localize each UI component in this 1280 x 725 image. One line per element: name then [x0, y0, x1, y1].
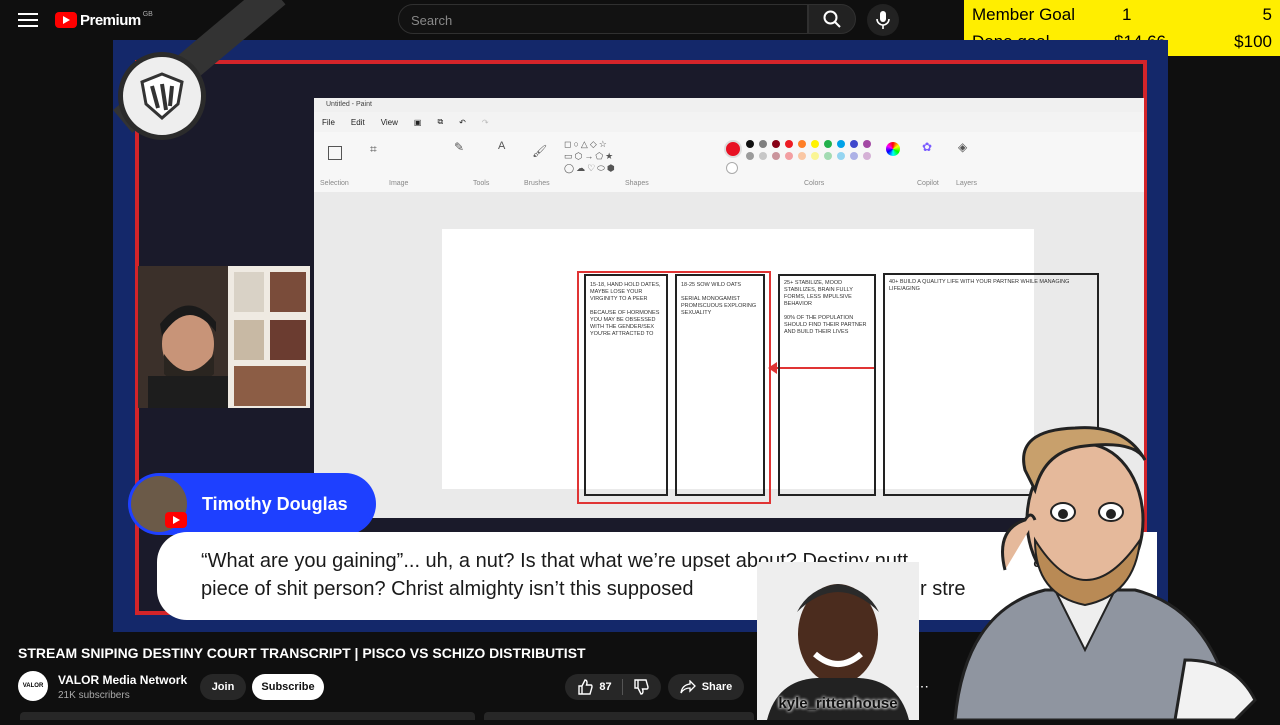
youtube-play-icon	[165, 512, 187, 528]
thumbs-down-icon	[633, 679, 649, 695]
paint-menu-edit[interactable]: Edit	[351, 118, 365, 127]
brush-icon[interactable]: 🖌	[532, 144, 547, 158]
palette-swatch-light[interactable]	[837, 152, 845, 160]
ribbon-label-tools: Tools	[473, 180, 490, 187]
palette-swatch-light[interactable]	[824, 152, 832, 160]
paint-menu-bar: File Edit View ▣ ⧉ ↶ ↷	[314, 112, 1144, 132]
share-icon[interactable]: ⧉	[437, 117, 443, 127]
palette-swatch-light[interactable]	[785, 152, 793, 160]
palette-swatch[interactable]	[824, 140, 832, 148]
streamer-webcam	[138, 266, 310, 408]
channel-avatar[interactable]: VALOR	[18, 671, 48, 701]
color-2-swatch[interactable]	[726, 162, 738, 174]
member-goal-target: 5	[1262, 5, 1272, 24]
palette-swatch[interactable]	[863, 140, 871, 148]
palette-swatch-light[interactable]	[863, 152, 871, 160]
ribbon-label-copilot: Copilot	[917, 180, 939, 187]
palette-swatch-light[interactable]	[811, 152, 819, 160]
subscribe-button[interactable]: Subscribe	[252, 674, 324, 700]
search-input[interactable]	[399, 5, 793, 35]
color-1-swatch[interactable]	[724, 140, 742, 158]
like-button[interactable]: 87	[577, 679, 623, 695]
logo-text: Premium	[80, 11, 141, 29]
region-code: GB	[142, 10, 153, 18]
shapes-gallery[interactable]: ◻○△◇☆ ▭⬡→⬠★ ◯☁♡⬭⬢	[564, 138, 650, 174]
subscriber-count: 21K subscribers	[58, 690, 130, 701]
paint-menu-view[interactable]: View	[381, 118, 398, 127]
hamburger-menu-icon[interactable]	[18, 10, 38, 30]
ribbon-label-shapes: Shapes	[625, 180, 649, 187]
color-palette[interactable]	[746, 140, 876, 176]
share-label: Share	[701, 681, 733, 693]
thumbs-up-icon	[578, 679, 594, 695]
age-box-25-plus: 25+ STABILIZE, MOOD STABILIZES, BRAIN FU…	[778, 274, 876, 496]
paint-title-bar: Untitled - Paint	[314, 98, 1144, 112]
share-button[interactable]: Share	[668, 674, 744, 700]
caption-line-2-text: piece of shit person? Christ almighty is…	[201, 578, 694, 600]
palette-swatch-light[interactable]	[850, 152, 858, 160]
more-actions-icon[interactable]: ⋯	[915, 678, 929, 695]
webcam-scene	[138, 266, 310, 408]
palette-swatch-light[interactable]	[746, 152, 754, 160]
palette-swatch-light[interactable]	[798, 152, 806, 160]
edit-colors-icon[interactable]	[886, 142, 900, 156]
save-icon[interactable]: ▣	[414, 118, 422, 127]
like-dislike-group: 87	[565, 674, 661, 700]
pencil-icon[interactable]: ✎	[454, 140, 464, 154]
age-box-18-25: 18-25 SOW WILD OATS SERIAL MONOGAMIST PR…	[675, 274, 765, 496]
layers-icon[interactable]: ◈	[958, 140, 967, 154]
member-goal-row: Member Goal 1 5	[964, 1, 1280, 29]
palette-swatch-light[interactable]	[772, 152, 780, 160]
palette-swatch[interactable]	[798, 140, 806, 148]
like-count: 87	[599, 681, 612, 693]
text-icon[interactable]: A	[498, 140, 505, 152]
member-goal-label: Member Goal	[972, 5, 1075, 24]
search-button[interactable]	[808, 4, 856, 34]
guest-name-label: kyle_rittenhouse	[778, 695, 898, 712]
video-title: STREAM SNIPING DESTINY COURT TRANSCRIPT …	[18, 645, 586, 661]
member-goal-current: 1	[1122, 5, 1132, 24]
palette-swatch[interactable]	[746, 140, 754, 148]
undo-icon[interactable]: ↶	[459, 118, 466, 127]
ribbon-label-layers: Layers	[956, 180, 978, 187]
dislike-button[interactable]	[623, 679, 649, 695]
ribbon-label-selection: Selection	[320, 180, 349, 187]
search-box[interactable]	[398, 4, 808, 35]
share-icon	[680, 680, 696, 694]
shield-icon	[140, 72, 184, 120]
redo-icon[interactable]: ↷	[482, 118, 489, 127]
age-box-15-18: 15-18, HAND HOLD DATES, MAYBE LOSE YOUR …	[584, 274, 668, 496]
valor-shield-logo	[118, 52, 206, 140]
ribbon-label-brushes: Brushes	[524, 180, 550, 187]
comments-box-edge	[484, 712, 754, 720]
speaker-name: Timothy Douglas	[202, 494, 348, 514]
dono-goal-target: $100	[1234, 32, 1272, 51]
description-box-edge	[20, 712, 475, 720]
ribbon-label-colors: Colors	[804, 180, 825, 187]
palette-swatch-light[interactable]	[759, 152, 767, 160]
copilot-icon[interactable]: ✿	[922, 140, 932, 154]
palette-swatch[interactable]	[772, 140, 780, 148]
channel-name[interactable]: VALOR Media Network	[58, 673, 187, 687]
ribbon-label-image: Image	[389, 180, 409, 187]
palette-swatch[interactable]	[811, 140, 819, 148]
speaker-avatar	[131, 476, 187, 532]
cartoon-character-drawing	[953, 426, 1257, 722]
cartoon-avatar	[935, 420, 1280, 722]
youtube-premium-logo[interactable]: Premium GB	[55, 10, 153, 30]
join-button[interactable]: Join	[200, 674, 246, 700]
palette-swatch[interactable]	[837, 140, 845, 148]
search-icon	[823, 10, 841, 28]
palette-swatch[interactable]	[850, 140, 858, 148]
selection-icon[interactable]	[328, 146, 342, 160]
palette-swatch[interactable]	[785, 140, 793, 148]
youtube-play-icon	[55, 12, 77, 28]
crop-icon[interactable]: ⌗	[370, 142, 377, 157]
palette-swatch[interactable]	[759, 140, 767, 148]
paint-ribbon: ⌗ ✎ A 🖌 ◻○△◇☆ ▭⬡→⬠★ ◯☁♡⬭⬢ ✿ ◈ Selection Im…	[314, 132, 1144, 193]
microphone-icon	[876, 11, 890, 29]
paint-menu-file[interactable]: File	[322, 118, 335, 127]
voice-search-button[interactable]	[867, 4, 899, 36]
